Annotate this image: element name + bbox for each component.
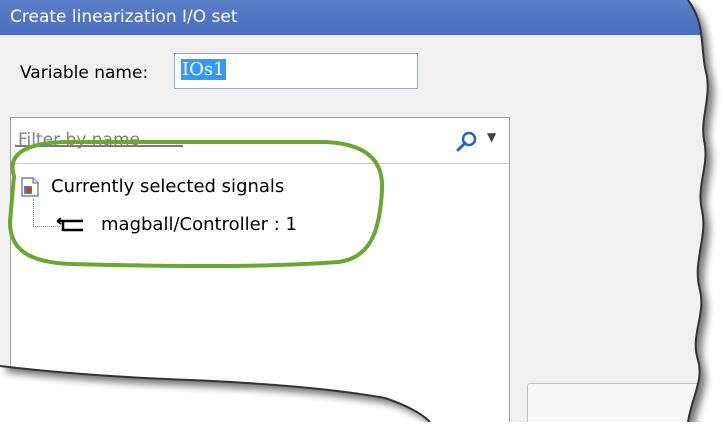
highlight-circle xyxy=(7,140,385,268)
torn-edge-right xyxy=(687,0,709,422)
highlight-overlay xyxy=(0,0,709,422)
torn-edge-bottom xyxy=(0,365,431,422)
